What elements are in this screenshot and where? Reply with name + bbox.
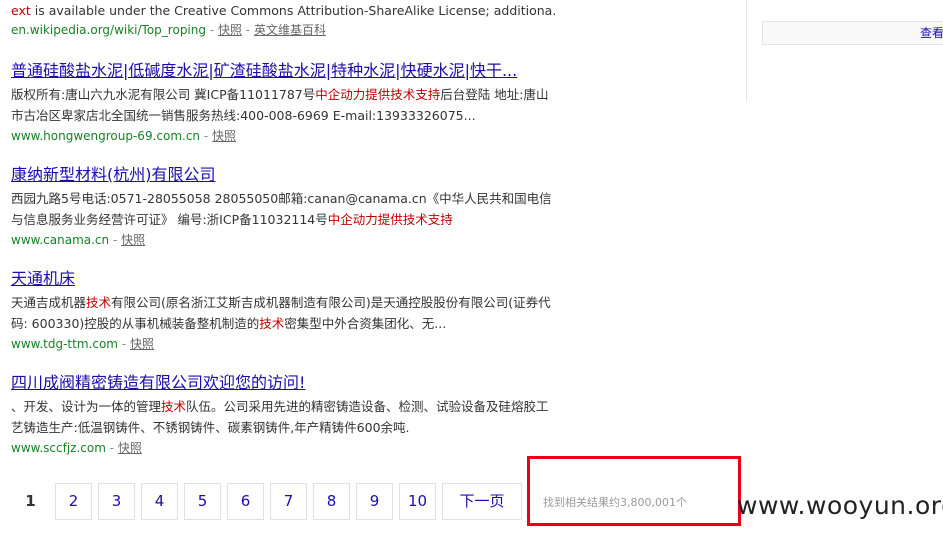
result-description: 版权所有:唐山六九水泥有限公司 冀ICP备11011787号中企动力提供技术支持… xyxy=(11,84,556,126)
view-link[interactable]: 查看 xyxy=(920,24,943,41)
search-result: 天通机床 天通吉成机器技术有限公司(原名浙江艾斯吉成机器制造有限公司)是天通控股… xyxy=(11,269,556,353)
cache-link[interactable]: 快照 xyxy=(212,129,236,143)
page-1-current: 1 xyxy=(12,483,49,520)
search-result: 四川成阀精密铸造有限公司欢迎您的访问! 、开发、设计为一体的管理技术队伍。公司采… xyxy=(11,373,556,457)
desc-text: 密集型中外合资集团化、无... xyxy=(284,316,447,331)
separator: - xyxy=(105,441,118,455)
search-result: 康纳新型材料(杭州)有限公司 西园九路5号电话:0571-28055058 28… xyxy=(11,165,556,249)
desc-highlight: 技术 xyxy=(161,399,187,414)
desc-highlight: 中企动力提供技术支持 xyxy=(327,212,453,227)
page-2-button[interactable]: 2 xyxy=(55,483,92,520)
cache-link[interactable]: 快照 xyxy=(118,441,142,455)
desc-text: 版权所有:唐山六九水泥有限公司 冀ICP备11011787号 xyxy=(11,87,316,102)
page-9-button[interactable]: 9 xyxy=(356,483,393,520)
right-sidebar xyxy=(746,0,943,102)
result-description: 天通吉成机器技术有限公司(原名浙江艾斯吉成机器制造有限公司)是天通控股股份有限公… xyxy=(11,292,556,334)
result-meta: www.canama.cn - 快照 xyxy=(11,231,556,249)
result-url: www.sccfjz.com xyxy=(11,441,106,455)
desc-text: 、开发、设计为一体的管理 xyxy=(11,399,162,414)
result-url: www.canama.cn xyxy=(11,233,110,247)
result-title-link[interactable]: 康纳新型材料(杭州)有限公司 xyxy=(11,165,556,185)
page-10-button[interactable]: 10 xyxy=(399,483,436,520)
separator: - xyxy=(206,23,218,37)
next-page-button[interactable]: 下一页 xyxy=(442,483,522,520)
annotation-highlight-box xyxy=(527,456,741,526)
cache-link[interactable]: 快照 xyxy=(130,337,154,351)
desc-highlight: 中企动力提供技术支持 xyxy=(315,87,441,102)
result-description: 西园九路5号电话:0571-28055058 28055050邮箱:canan@… xyxy=(11,188,556,230)
desc-highlight: 技术 xyxy=(259,316,285,331)
result-title-link[interactable]: 天通机床 xyxy=(11,269,556,289)
watermark: www.wooyun.org xyxy=(737,491,943,520)
right-sidebar-box: 查看 xyxy=(762,21,943,45)
result-title-link[interactable]: 普通硅酸盐水泥|低碱度水泥|矿渣硅酸盐水泥|特种水泥|快硬水泥|快干... xyxy=(11,61,556,81)
snippet-text: is available under the Creative Commons … xyxy=(30,3,556,18)
separator: - xyxy=(200,129,213,143)
result-meta: www.tdg-ttm.com - 快照 xyxy=(11,335,556,353)
page-8-button[interactable]: 8 xyxy=(313,483,350,520)
cache-link[interactable]: 快照 xyxy=(218,23,242,37)
page-5-button[interactable]: 5 xyxy=(184,483,221,520)
wiki-link[interactable]: 英文维基百科 xyxy=(254,23,326,37)
result-title-link[interactable]: 四川成阀精密铸造有限公司欢迎您的访问! xyxy=(11,373,556,393)
desc-highlight: 技术 xyxy=(86,295,112,310)
result-url: www.tdg-ttm.com xyxy=(11,337,118,351)
page-3-button[interactable]: 3 xyxy=(98,483,135,520)
separator: - xyxy=(241,23,254,37)
result-url: en.wikipedia.org/wiki/Top_roping xyxy=(11,23,206,37)
page-4-button[interactable]: 4 xyxy=(141,483,178,520)
desc-text: 西园九路5号电话:0571-28055058 28055050邮箱:canan@… xyxy=(11,191,552,227)
search-result: 普通硅酸盐水泥|低碱度水泥|矿渣硅酸盐水泥|特种水泥|快硬水泥|快干... 版权… xyxy=(11,61,556,145)
desc-text: 天通吉成机器 xyxy=(11,295,87,310)
page-7-button[interactable]: 7 xyxy=(270,483,307,520)
result-description: 、开发、设计为一体的管理技术队伍。公司采用先进的精密铸造设备、检测、试验设备及硅… xyxy=(11,396,556,438)
separator: - xyxy=(109,233,122,247)
separator: - xyxy=(117,337,130,351)
result-meta: www.sccfjz.com - 快照 xyxy=(11,439,556,457)
result-meta: www.hongwengroup-69.com.cn - 快照 xyxy=(11,127,556,145)
result-url: www.hongwengroup-69.com.cn xyxy=(11,129,201,143)
page-6-button[interactable]: 6 xyxy=(227,483,264,520)
snippet-keyword: ext xyxy=(11,3,31,18)
top-result-snippet: ext is available under the Creative Comm… xyxy=(11,2,556,20)
top-result-meta: en.wikipedia.org/wiki/Top_roping - 快照 - … xyxy=(11,22,326,38)
result-count: 找到相关结果约3,800,001个 xyxy=(543,496,687,509)
cache-link[interactable]: 快照 xyxy=(121,233,145,247)
